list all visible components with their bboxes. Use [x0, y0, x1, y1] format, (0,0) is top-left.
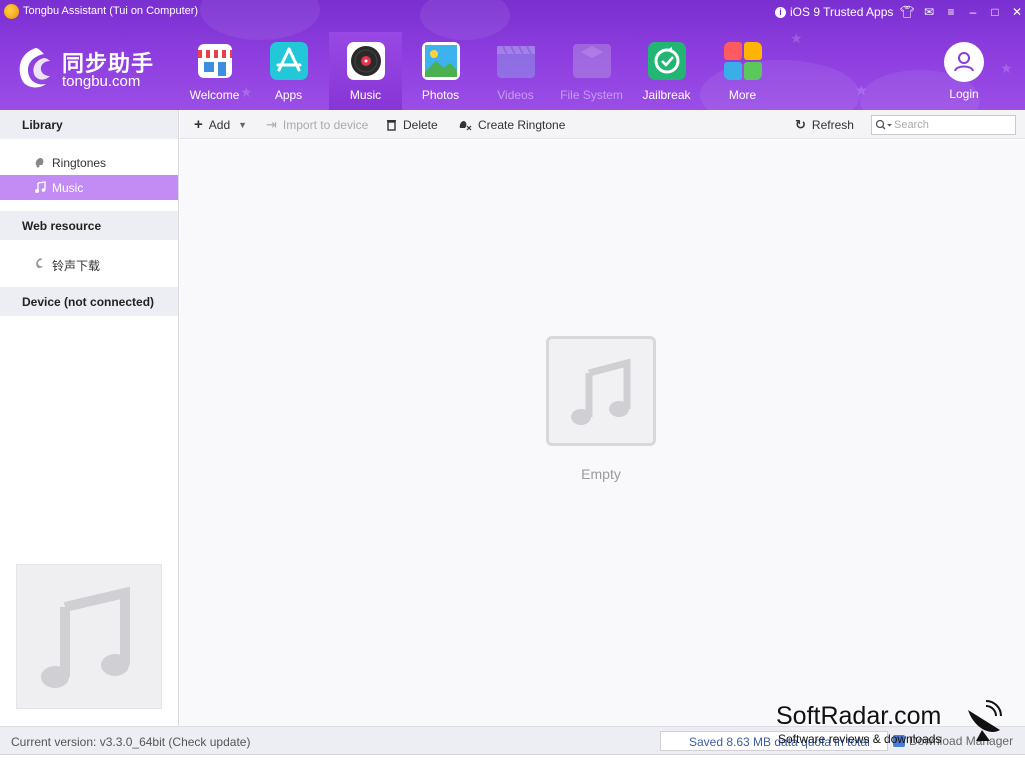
- watermark-tagline: Software reviews & downloads: [778, 732, 942, 746]
- delete-button[interactable]: Delete: [386, 118, 438, 132]
- vinyl-record-icon: [347, 42, 385, 80]
- trusted-apps-link[interactable]: i iOS 9 Trusted Apps: [775, 5, 893, 19]
- info-icon: i: [775, 6, 786, 18]
- tab-jailbreak-label: Jailbreak: [642, 88, 691, 102]
- logo-english-text: tongbu.com: [62, 73, 141, 90]
- close-button[interactable]: ✕: [1006, 4, 1025, 20]
- star-decoration-icon: ★: [855, 82, 868, 98]
- tab-more-label: More: [728, 88, 757, 102]
- softradar-watermark: SoftRadar.com Software reviews & downloa…: [776, 700, 1021, 750]
- grid-tiles-icon: [724, 42, 762, 80]
- tab-apps-label: Apps: [274, 88, 303, 102]
- trash-icon: [387, 120, 396, 131]
- title-bar: Tongbu Assistant (Tui on Computer) i iOS…: [0, 0, 1025, 24]
- watermark-brand: SoftRadar.com: [776, 702, 942, 730]
- search-icon: [875, 119, 892, 130]
- user-icon: [954, 52, 974, 72]
- sidebar-item-label: Music: [52, 181, 84, 195]
- toolbar: + Add ▼ ⇥ Import to device Delete Create…: [180, 110, 1025, 139]
- ringtone-create-icon: [459, 121, 472, 131]
- tongbu-logo: 同步助手 tongbu.com: [14, 44, 174, 94]
- menu-dropdown-icon[interactable]: ≡: [940, 4, 962, 20]
- search-input[interactable]: [894, 118, 1012, 132]
- clapperboard-icon: [497, 45, 535, 78]
- maximize-button[interactable]: □: [984, 4, 1006, 20]
- folder-icon: [573, 44, 611, 78]
- delete-label: Delete: [403, 118, 438, 132]
- tab-photos[interactable]: Photos: [404, 32, 477, 110]
- sidebar-item-ringtone-download[interactable]: 铃声下载: [0, 251, 178, 276]
- minimize-button[interactable]: –: [962, 4, 984, 20]
- photo-landscape-icon: [422, 42, 460, 80]
- music-list-area: Empty: [180, 140, 1025, 726]
- chevron-down-icon[interactable]: ▼: [238, 120, 247, 130]
- tab-videos-label: Videos: [497, 88, 534, 102]
- ringtone-bell-icon: [35, 158, 44, 168]
- avatar: [944, 42, 984, 82]
- tab-music-label: Music: [349, 88, 382, 102]
- refresh-icon: ↻: [795, 117, 806, 132]
- window-title: Tongbu Assistant (Tui on Computer): [23, 5, 199, 17]
- window-bottom-edge: [0, 754, 1025, 769]
- import-icon: ⇥: [266, 117, 277, 132]
- sidebar-item-music[interactable]: Music: [0, 175, 178, 200]
- trusted-apps-label: iOS 9 Trusted Apps: [790, 5, 894, 19]
- login-button[interactable]: Login: [928, 42, 1000, 101]
- sidebar-heading-device[interactable]: Device (not connected): [0, 287, 178, 316]
- create-ringtone-label: Create Ringtone: [478, 118, 566, 132]
- app-store-icon: [270, 42, 308, 80]
- window-controls: 👕︎ ✉︎ ≡ – □ ✕: [896, 4, 1025, 20]
- jailbreak-refresh-icon: [648, 42, 686, 80]
- refresh-label: Refresh: [811, 118, 854, 132]
- sidebar: Library Ringtones Music Web resource 铃声下…: [0, 110, 179, 726]
- feedback-chat-icon[interactable]: ✉︎: [918, 4, 940, 20]
- star-decoration-icon: ★: [790, 30, 803, 46]
- tab-file-system-label: File System: [560, 88, 623, 102]
- sidebar-item-label: Ringtones: [52, 156, 107, 170]
- album-art-placeholder: [16, 564, 162, 709]
- version-text[interactable]: Current version: v3.3.0_64bit (Check upd…: [11, 735, 250, 749]
- music-note-icon: [41, 586, 130, 688]
- create-ringtone-button[interactable]: Create Ringtone: [459, 118, 565, 132]
- refresh-button[interactable]: ↻ Refresh: [795, 118, 854, 132]
- login-label: Login: [949, 87, 979, 101]
- empty-state-box: [546, 336, 656, 446]
- skin-shirt-icon[interactable]: 👕︎: [896, 4, 918, 20]
- import-to-device-button[interactable]: ⇥ Import to device: [266, 118, 368, 132]
- tongbu-swirl-logo-icon: [19, 48, 50, 88]
- tongbu-swirl-icon: [36, 258, 43, 269]
- star-decoration-icon: ★: [1000, 60, 1013, 76]
- tab-file-system[interactable]: File System: [555, 32, 628, 110]
- add-button[interactable]: + Add ▼: [194, 116, 247, 133]
- sidebar-heading-library: Library: [0, 110, 178, 139]
- tab-photos-label: Photos: [421, 88, 460, 102]
- satellite-dish-icon: [968, 700, 1002, 741]
- tab-welcome-label: Welcome: [189, 88, 240, 102]
- sidebar-item-ringtones[interactable]: Ringtones: [0, 150, 178, 175]
- music-note-icon: [571, 358, 631, 425]
- tab-more[interactable]: More: [706, 32, 779, 110]
- tab-music[interactable]: Music: [329, 32, 402, 110]
- plus-icon: +: [194, 116, 203, 133]
- app-header: ★ ★ ★ ★ Tongbu Assistant (Tui on Compute…: [0, 0, 1025, 110]
- import-label: Import to device: [282, 118, 369, 132]
- store-icon: [198, 44, 232, 78]
- tab-apps[interactable]: Apps: [252, 32, 325, 110]
- add-label: Add: [208, 118, 231, 132]
- app-logo-icon: [4, 4, 19, 19]
- empty-state-label: Empty: [581, 466, 621, 482]
- sidebar-item-label: 铃声下载: [52, 259, 101, 273]
- tab-videos[interactable]: Videos: [479, 32, 552, 110]
- tab-welcome[interactable]: Welcome: [178, 32, 251, 110]
- sidebar-heading-web-resource: Web resource: [0, 211, 178, 240]
- tab-jailbreak[interactable]: Jailbreak: [630, 32, 703, 110]
- music-note-icon: [35, 181, 46, 193]
- search-box[interactable]: [871, 115, 1016, 135]
